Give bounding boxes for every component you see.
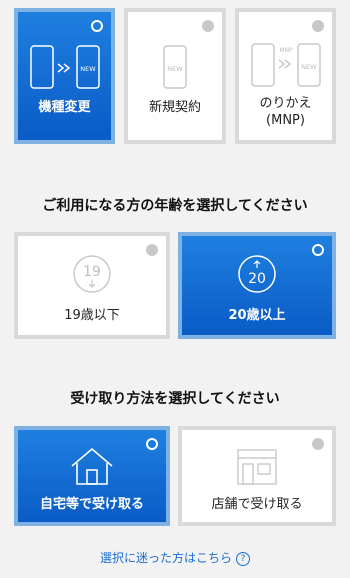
contract-type-label: 新規契約 [148,100,201,115]
mnp-text: MNP [279,47,293,54]
contract-type-label-line1: のりかえ [259,96,312,111]
contract-type-card-mnp[interactable]: MNP NEW のりかえ (MNP) [235,8,336,144]
age-number: 19 [83,264,101,280]
radio-indicator [146,244,158,256]
new-badge-text: NEW [167,65,183,73]
receive-label: 自宅等で受け取る [39,497,144,512]
radio-indicator-selected [312,244,324,256]
radio-indicator [202,20,214,32]
receive-label: 店舗で受け取る [211,497,303,512]
age-card-20-over[interactable]: 20 20歳以上 [178,232,336,339]
contract-type-label: 機種変更 [38,100,91,115]
radio-indicator [312,438,324,450]
help-link[interactable]: 選択に迷った方はこちら? [0,549,350,566]
question-icon: ? [236,551,250,566]
age-heading: ご利用になる方の年齢を選択してください [42,198,308,214]
age-label: 19歳以下 [64,308,120,323]
radio-indicator [312,20,324,32]
age-number: 20 [248,271,266,287]
receive-card-store[interactable]: 店舗で受け取る [178,426,336,526]
contract-type-label-line2: (MNP) [266,113,305,128]
radio-indicator-selected [91,20,103,32]
contract-type-card-model-change[interactable]: NEW 機種変更 [14,8,115,144]
age-20-up-icon: 20 [238,255,276,293]
receive-card-home[interactable]: 自宅等で受け取る [14,426,170,526]
radio-indicator-selected [146,438,158,450]
age-card-19-under[interactable]: 19 19歳以下 [14,232,170,339]
age-19-down-icon: 19 [73,255,111,293]
new-badge-text: NEW [301,63,317,71]
phone-new-icon: NEW [163,45,187,89]
store-icon [237,449,277,485]
phone-model-change-icon: NEW [29,45,100,89]
receive-heading: 受け取り方法を選択してください [70,391,280,407]
phone-mnp-icon: MNP NEW [250,43,321,87]
new-badge-text: NEW [80,65,96,73]
contract-type-card-new-contract[interactable]: NEW 新規契約 [124,8,226,144]
help-link-label: 選択に迷った方はこちら [99,551,232,565]
house-icon [71,447,113,485]
age-label: 20歳以上 [228,308,286,323]
